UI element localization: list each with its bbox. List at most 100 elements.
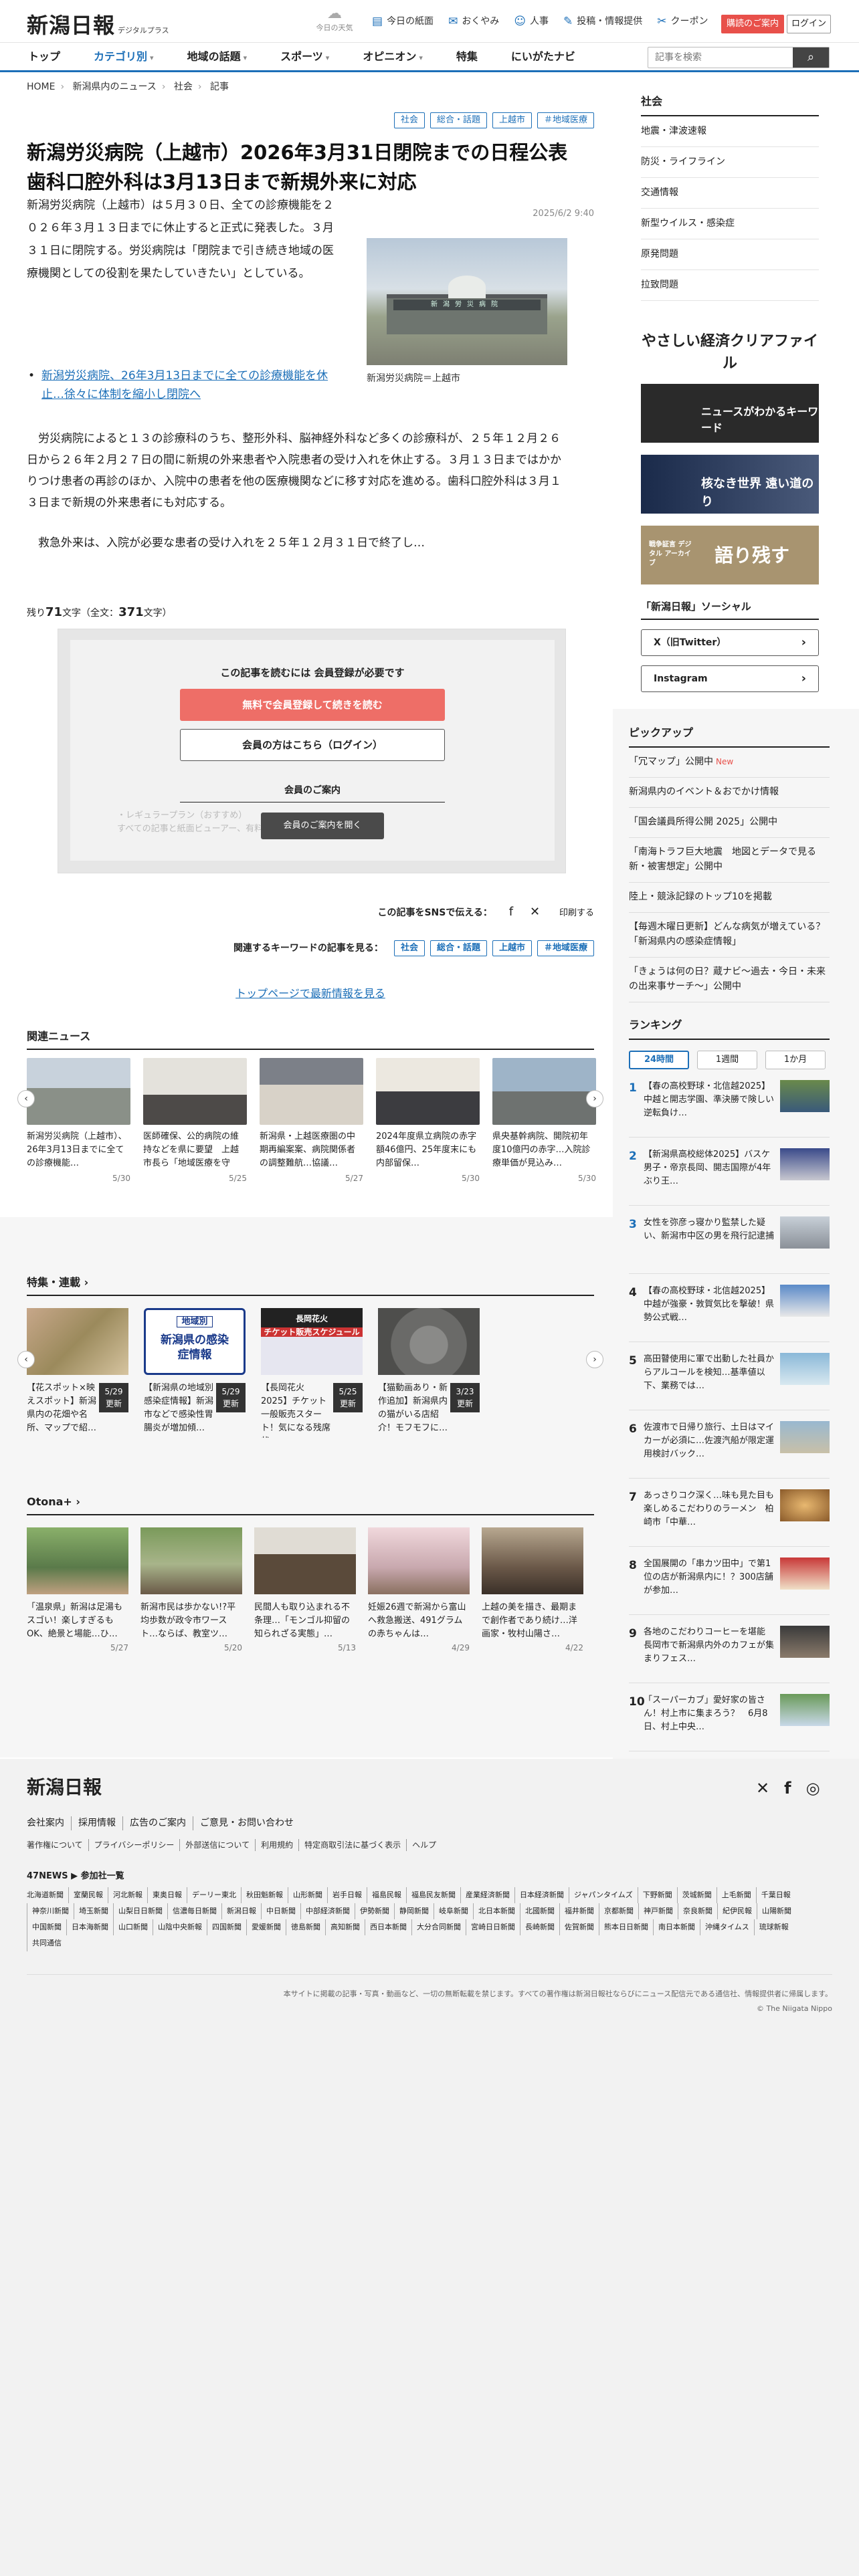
- 47news-link[interactable]: 日本海新聞: [66, 1919, 113, 1935]
- ranking-item[interactable]: 3 女性を弥彦っ寝かり監禁した疑い、新潟市中区の男を飛行記逮捕: [629, 1216, 830, 1274]
- chevron-right-icon[interactable]: ›: [586, 1090, 603, 1107]
- kw-tag-society[interactable]: 社会: [393, 940, 425, 956]
- pickup-item[interactable]: 「国会議員所得公開 2025」公開中: [629, 808, 830, 838]
- chevron-left-icon[interactable]: ‹: [17, 1351, 35, 1368]
- pickup-item[interactable]: 「冗マップ」公開中 New: [629, 748, 830, 778]
- 47news-link[interactable]: 下野新聞: [637, 1887, 677, 1903]
- otona-card[interactable]: 上越の美を描き、最期まで創作者であり続け…洋画家・牧村山陽さ… 4/22: [482, 1527, 583, 1654]
- footer-link[interactable]: 特定商取引法に基づく表示: [298, 1839, 406, 1851]
- related-card[interactable]: 医師確保、公的病院の維持などを県に要望 上越市長ら「地域医療を守る…5/25: [143, 1058, 247, 1185]
- footer-link[interactable]: 利用規約: [255, 1839, 298, 1851]
- 47news-link[interactable]: 山口新聞: [113, 1919, 153, 1935]
- ranking-item[interactable]: 8 全国展開の「串カツ田中」で第1位の店が新潟県内に！？300店舗が参加…: [629, 1558, 830, 1615]
- sidebar-item[interactable]: 拉致問題: [641, 270, 819, 301]
- 47news-link[interactable]: 琉球新報: [753, 1919, 793, 1935]
- 47news-link[interactable]: 西日本新聞: [365, 1919, 411, 1935]
- footer-link[interactable]: 広告のご案内: [122, 1816, 193, 1830]
- 47news-link[interactable]: 中日新聞: [261, 1903, 300, 1919]
- 47news-link[interactable]: 山形新聞: [288, 1887, 327, 1903]
- crumb-niigata[interactable]: 新潟県内のニュース: [73, 82, 157, 92]
- footer-link[interactable]: 外部送信について: [179, 1839, 255, 1851]
- 47news-link[interactable]: ジャパンタイムズ: [569, 1887, 638, 1903]
- banner-war-archive[interactable]: 戦争証言 デジタル アーカイブ 語り残す: [641, 526, 819, 584]
- related-card[interactable]: 県央基幹病院、開院初年度10億円の赤字…入院診療単価が見込み… 5/30: [492, 1058, 596, 1185]
- 47news-link[interactable]: 岩手日報: [327, 1887, 367, 1903]
- feature-card[interactable]: 長岡花火 チケット販売スケジュール 【長岡花火2025】チケット一般販売スタート！気…: [261, 1308, 363, 1438]
- nav-region[interactable]: 地域の話題 ▾: [187, 49, 248, 65]
- 47news-link[interactable]: 福井新聞: [559, 1903, 599, 1919]
- otona-card[interactable]: 民間人も取り込まれる不条理…「モンゴル抑留の知られざる実態」… 5/13: [254, 1527, 356, 1654]
- chevron-left-icon[interactable]: ‹: [17, 1090, 35, 1107]
- login-button[interactable]: ログイン: [787, 15, 831, 33]
- 47news-link[interactable]: デーリー東北: [187, 1887, 241, 1903]
- util-coupon[interactable]: ✂ クーポン: [657, 13, 708, 31]
- 47news-link[interactable]: 北日本新聞: [473, 1903, 520, 1919]
- search-input[interactable]: [648, 47, 795, 68]
- 47news-link[interactable]: 山陽新聞: [757, 1903, 796, 1919]
- kw-tag-medical[interactable]: ＃地域医療: [537, 940, 594, 956]
- 47news-link[interactable]: 奈良新聞: [678, 1903, 717, 1919]
- feature-card[interactable]: 【猫動画あり・新作追加】新潟県内の猫がいる店紹介！モフモフに… 3/23 更新: [378, 1308, 480, 1438]
- nav-category[interactable]: カテゴリ別 ▾: [94, 49, 154, 65]
- pickup-item[interactable]: 陸上・競泳記録のトップ10を掲載: [629, 883, 830, 913]
- otona-card[interactable]: 「温泉県」新潟は足湯もスゴい！楽しすぎるもOK、絶景と場能…ひ… 5/27: [27, 1527, 128, 1654]
- features-title[interactable]: 特集・連載 ›: [27, 1275, 594, 1296]
- search-icon[interactable]: ⌕: [793, 47, 829, 68]
- footer-link[interactable]: ご意見・お問い合わせ: [193, 1816, 300, 1830]
- 47news-link[interactable]: 中部経済新聞: [300, 1903, 355, 1919]
- 47news-link[interactable]: 室蘭民報: [68, 1887, 108, 1903]
- 47news-link[interactable]: 熊本日日新聞: [599, 1919, 653, 1935]
- tab-24h[interactable]: 24時間: [629, 1051, 689, 1069]
- tab-1week[interactable]: 1週間: [697, 1051, 757, 1069]
- 47news-link[interactable]: 新潟日報: [221, 1903, 261, 1919]
- x-twitter-button[interactable]: X（旧Twitter）: [641, 629, 819, 656]
- article-photo[interactable]: 新潟労災病院 新潟労災病院＝上越市: [367, 238, 567, 386]
- sidebar-item[interactable]: 地震・津波速報: [641, 116, 819, 147]
- facebook-icon[interactable]: f: [509, 903, 513, 921]
- 47news-link[interactable]: 上毛新聞: [716, 1887, 756, 1903]
- 47news-link[interactable]: 千葉日報: [755, 1887, 795, 1903]
- sidebar-item[interactable]: 新型ウイルス・感染症: [641, 209, 819, 239]
- related-card[interactable]: 2024年度県立病院の赤字額46億円、25年度末にも内部留保… 5/30: [376, 1058, 480, 1185]
- related-article-link[interactable]: 新潟労災病院、26年3月13日までに全ての診療機能を休止…徐々に体制を縮小し閉院…: [28, 366, 349, 404]
- 47news-link[interactable]: 北國新聞: [520, 1903, 559, 1919]
- instagram-button[interactable]: Instagram: [641, 665, 819, 692]
- 47news-link[interactable]: 京都新聞: [599, 1903, 638, 1919]
- pickup-item[interactable]: 【毎週木曜日更新】どんな病気が増えている？「新潟県内の感染症情報」: [629, 913, 830, 958]
- 47news-link[interactable]: 信濃毎日新聞: [167, 1903, 221, 1919]
- toppage-link[interactable]: トップページで最新情報を見る: [27, 986, 594, 1002]
- util-submit[interactable]: ✎ 投稿・情報提供: [563, 13, 642, 31]
- 47news-link[interactable]: 紀伊民報: [717, 1903, 757, 1919]
- 47news-link[interactable]: 日本経済新聞: [514, 1887, 569, 1903]
- otona-card[interactable]: 新潟市民は歩かない!?平均歩数が政令市ワースト…ならば、教室ツ… 5/20: [140, 1527, 242, 1654]
- 47news-link[interactable]: 茨城新聞: [676, 1887, 717, 1903]
- open-guide-button[interactable]: 会員のご案内を開く: [261, 813, 384, 839]
- subscribe-button[interactable]: 購読のご案内: [721, 15, 784, 33]
- related-card[interactable]: 新潟県・上越医療圏の中期再編案案、病院関係者の調整難航…協議… 5/27: [260, 1058, 363, 1185]
- 47news-link[interactable]: 産業経済新聞: [460, 1887, 514, 1903]
- nav-niigata-navi[interactable]: にいがたナビ: [511, 49, 575, 65]
- tag-medical[interactable]: ＃地域医療: [537, 112, 594, 128]
- kw-tag-general[interactable]: 総合・話題: [430, 940, 487, 956]
- ranking-item[interactable]: 2 【新潟県高校総体2025】バスケ男子・帝京長岡、開志国際が4年ぶり王…: [629, 1148, 830, 1206]
- 47news-link[interactable]: 高知新聞: [325, 1919, 365, 1935]
- ranking-item[interactable]: 7 あっさりコク深く…味も見た目も楽しめるこだわりのラーメン 柏崎市「中華…: [629, 1489, 830, 1547]
- tab-1month[interactable]: 1か月: [765, 1051, 826, 1069]
- util-obituary[interactable]: ✉ おくやみ: [448, 13, 499, 31]
- chevron-right-icon[interactable]: ›: [586, 1351, 603, 1368]
- pickup-item[interactable]: 「きょうは何の日？蔵ナビ～過去・今日・未来の出来事サーチ～」公開中: [629, 958, 830, 1002]
- 47news-title[interactable]: 47NEWS ▶ 参加社一覧: [27, 1870, 124, 1883]
- 47news-link[interactable]: 山陰中央新報: [153, 1919, 207, 1935]
- sidebar-item[interactable]: 防災・ライフライン: [641, 147, 819, 178]
- 47news-link[interactable]: 秋田魁新報: [241, 1887, 288, 1903]
- 47news-link[interactable]: 長崎新聞: [520, 1919, 559, 1935]
- nav-top[interactable]: トップ: [28, 49, 60, 65]
- nav-feature[interactable]: 特集: [456, 49, 478, 65]
- ranking-item[interactable]: 4 【春の高校野球・北信越2025】中越が強豪・敦賀気比を撃破！県勢公式戦…: [629, 1285, 830, 1342]
- tag-general[interactable]: 総合・話題: [430, 112, 487, 128]
- 47news-link[interactable]: 神戸新聞: [638, 1903, 678, 1919]
- footer-logo[interactable]: 新潟日報: [27, 1774, 102, 1802]
- 47news-link[interactable]: 南日本新聞: [653, 1919, 700, 1935]
- kw-tag-joetsu[interactable]: 上越市: [492, 940, 532, 956]
- 47news-link[interactable]: 伊勢新聞: [355, 1903, 394, 1919]
